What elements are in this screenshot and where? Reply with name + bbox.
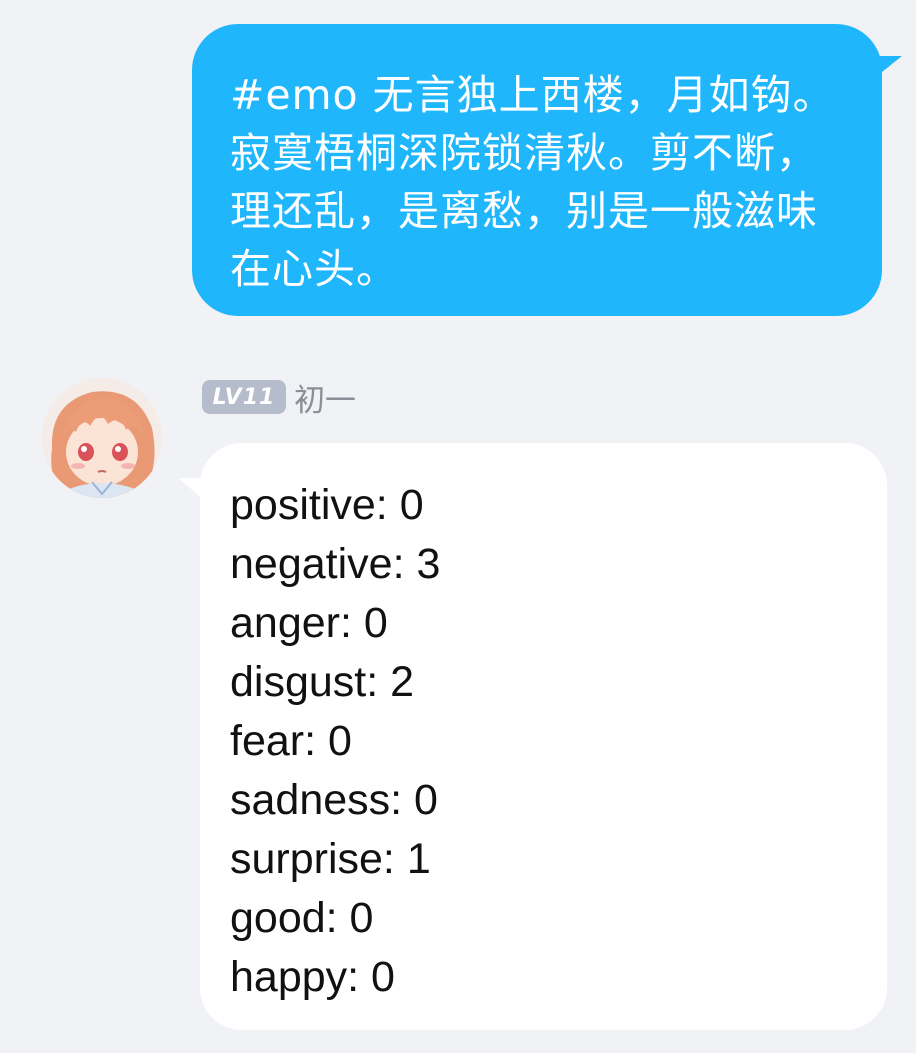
stat-line-negative: negative: 3 [230, 540, 441, 588]
level-badge: LV11 [202, 380, 286, 414]
outgoing-message-bubble[interactable]: #emo 无言独上西楼，月如钩。寂寞梧桐深院锁清秋。剪不断，理还乱，是离愁，别是… [192, 24, 882, 316]
stat-line-fear: fear: 0 [230, 717, 352, 765]
chat-view: #emo 无言独上西楼，月如钩。寂寞梧桐深院锁清秋。剪不断，理还乱，是离愁，别是… [0, 0, 916, 1053]
sender-info: LV11 初一 [202, 378, 356, 419]
outgoing-message-text: #emo 无言独上西楼，月如钩。寂寞梧桐深院锁清秋。剪不断，理还乱，是离愁，别是… [230, 71, 835, 293]
sender-name[interactable]: 初一 [294, 375, 356, 420]
sender-avatar[interactable] [42, 378, 162, 498]
incoming-message-bubble[interactable]: positive: 0 negative: 3 anger: 0 disgust… [200, 443, 887, 1030]
anime-girl-avatar-icon [42, 378, 162, 498]
stat-line-sadness: sadness: 0 [230, 776, 438, 824]
stat-line-disgust: disgust: 2 [230, 658, 415, 706]
stat-line-surprise: surprise: 1 [230, 835, 431, 883]
stat-line-positive: positive: 0 [230, 481, 424, 529]
stat-line-anger: anger: 0 [230, 599, 388, 647]
stat-line-happy: happy: 0 [230, 953, 395, 1001]
stat-line-good: good: 0 [230, 894, 374, 942]
